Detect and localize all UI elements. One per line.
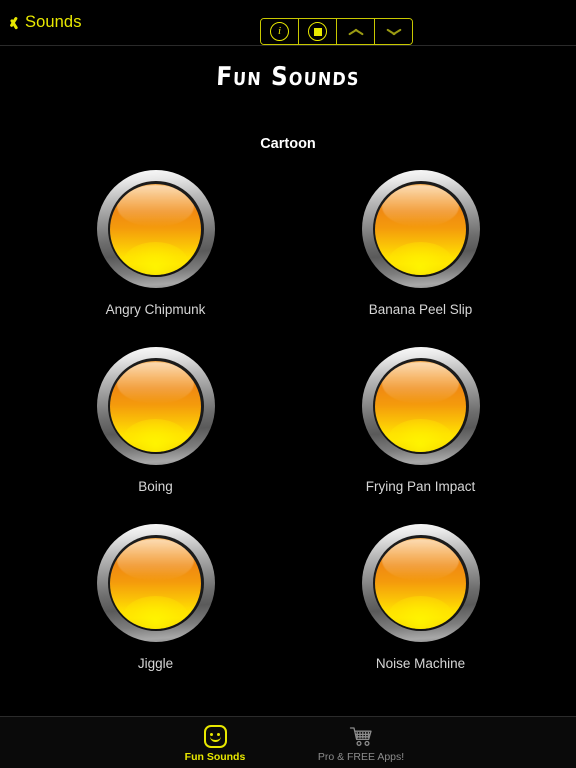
tab-label: Fun Sounds: [184, 751, 246, 763]
sound-label: Banana Peel Slip: [368, 302, 473, 317]
back-button[interactable]: Sounds: [10, 0, 82, 45]
sound-button-glow: [387, 595, 454, 629]
sound-play-button[interactable]: [361, 524, 480, 642]
sound-row: Jiggle Noise Machine: [0, 524, 576, 671]
sound-button-face: [375, 537, 466, 629]
back-button-label: Sounds: [25, 13, 82, 31]
sound-row: Boing Frying Pan Impact: [0, 347, 576, 494]
sound-button-gloss: [117, 185, 194, 228]
tab-bar: Fun Sounds Pro & FREE Apps!: [0, 716, 576, 768]
sound-label: Jiggle: [137, 656, 174, 671]
sound-button-face: [110, 183, 201, 275]
sound-label: Boing: [138, 479, 173, 494]
tab-fun-sounds[interactable]: Fun Sounds: [159, 722, 271, 763]
info-circle-icon: i: [270, 22, 289, 41]
shopping-cart-icon: [349, 726, 374, 748]
sound-play-button[interactable]: [361, 170, 480, 288]
previous-button[interactable]: [337, 19, 375, 44]
sound-item: Boing: [91, 347, 221, 494]
segmented-control[interactable]: i: [260, 18, 413, 45]
smiley-face-icon: [203, 725, 227, 748]
page-title: Fun Sounds: [215, 62, 361, 92]
sound-button-gloss: [382, 185, 459, 228]
sound-row: Angry Chipmunk Banana Peel Slip: [0, 170, 576, 317]
sound-item: Jiggle: [91, 524, 221, 671]
sound-label: Noise Machine: [375, 656, 466, 671]
sound-button-glow: [387, 418, 454, 452]
next-button[interactable]: [375, 19, 412, 44]
tab-label: Pro & FREE Apps!: [317, 750, 405, 763]
sound-button-glow: [122, 241, 189, 275]
sound-button-glow: [387, 241, 454, 275]
sound-play-button[interactable]: [361, 347, 480, 465]
sound-button-glow: [122, 595, 189, 629]
sound-button-face: [375, 183, 466, 275]
navigation-bar: Sounds i: [0, 0, 576, 46]
stop-circle-icon: [308, 22, 327, 41]
sound-item: Noise Machine: [356, 524, 486, 671]
sound-item: Frying Pan Impact: [356, 347, 486, 494]
sound-item: Angry Chipmunk: [91, 170, 221, 317]
sound-button-gloss: [382, 539, 459, 582]
sound-label: Frying Pan Impact: [365, 479, 476, 494]
tab-pro-free-apps[interactable]: Pro & FREE Apps!: [305, 723, 417, 763]
section-header: Cartoon: [260, 136, 316, 152]
sound-button-glow: [122, 418, 189, 452]
sound-button-face: [375, 360, 466, 452]
sound-grid: Angry Chipmunk Banana Peel Slip Boing Fr…: [0, 170, 576, 701]
sound-button-gloss: [382, 362, 459, 405]
chevron-up-icon: [348, 27, 364, 37]
sound-button-gloss: [117, 362, 194, 405]
info-button[interactable]: i: [261, 19, 299, 44]
sound-item: Banana Peel Slip: [356, 170, 486, 317]
sound-play-button[interactable]: [96, 170, 215, 288]
sound-button-face: [110, 537, 201, 629]
chevron-down-icon: [386, 27, 402, 37]
stop-button[interactable]: [299, 19, 337, 44]
sound-button-gloss: [117, 539, 194, 582]
sound-label: Angry Chipmunk: [105, 302, 206, 317]
sound-button-face: [110, 360, 201, 452]
sound-play-button[interactable]: [96, 524, 215, 642]
chevron-left-icon: [10, 14, 21, 32]
sound-play-button[interactable]: [96, 347, 215, 465]
